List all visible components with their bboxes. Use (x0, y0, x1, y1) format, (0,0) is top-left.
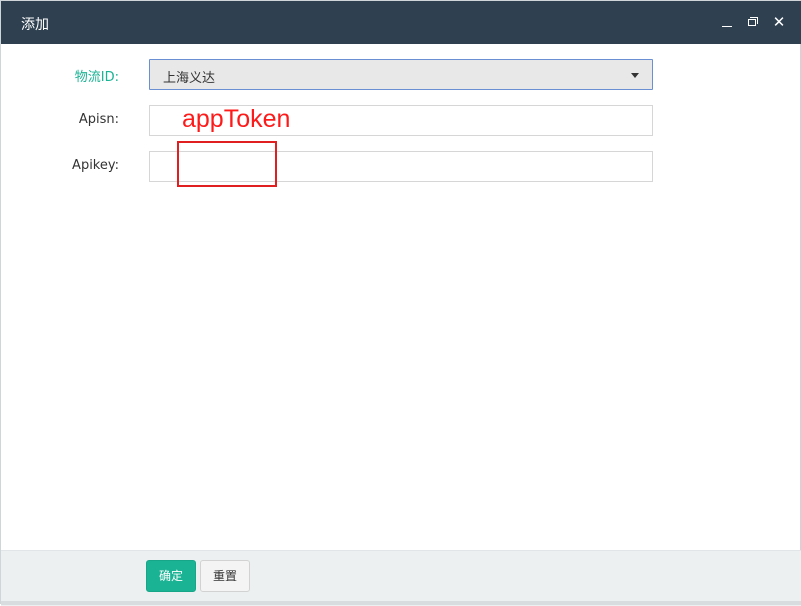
close-icon[interactable]: ✕ (771, 14, 787, 30)
annotation-text: appToken (182, 105, 291, 133)
dialog-footer (1, 550, 801, 606)
annotation-highlight-box (177, 141, 277, 187)
footer-divider (1, 601, 801, 605)
title-bar: 添加 ✕ (1, 1, 801, 44)
add-dialog: 添加 ✕ 物流ID: 上海义达 Apisn: Apikey: appToken … (0, 0, 801, 606)
apikey-label: Apikey: (72, 158, 119, 173)
logistics-id-select[interactable]: 上海义达 (149, 59, 653, 90)
apisn-label: Apisn: (78, 112, 119, 127)
confirm-button[interactable]: 确定 (146, 560, 196, 592)
chevron-down-icon (631, 73, 639, 78)
logistics-id-selected-value: 上海义达 (163, 71, 216, 86)
logistics-id-label: 物流ID: (74, 70, 119, 85)
minimize-icon[interactable] (719, 14, 735, 30)
restore-icon[interactable] (745, 14, 761, 30)
dialog-title: 添加 (21, 17, 49, 33)
reset-button[interactable]: 重置 (200, 560, 250, 592)
